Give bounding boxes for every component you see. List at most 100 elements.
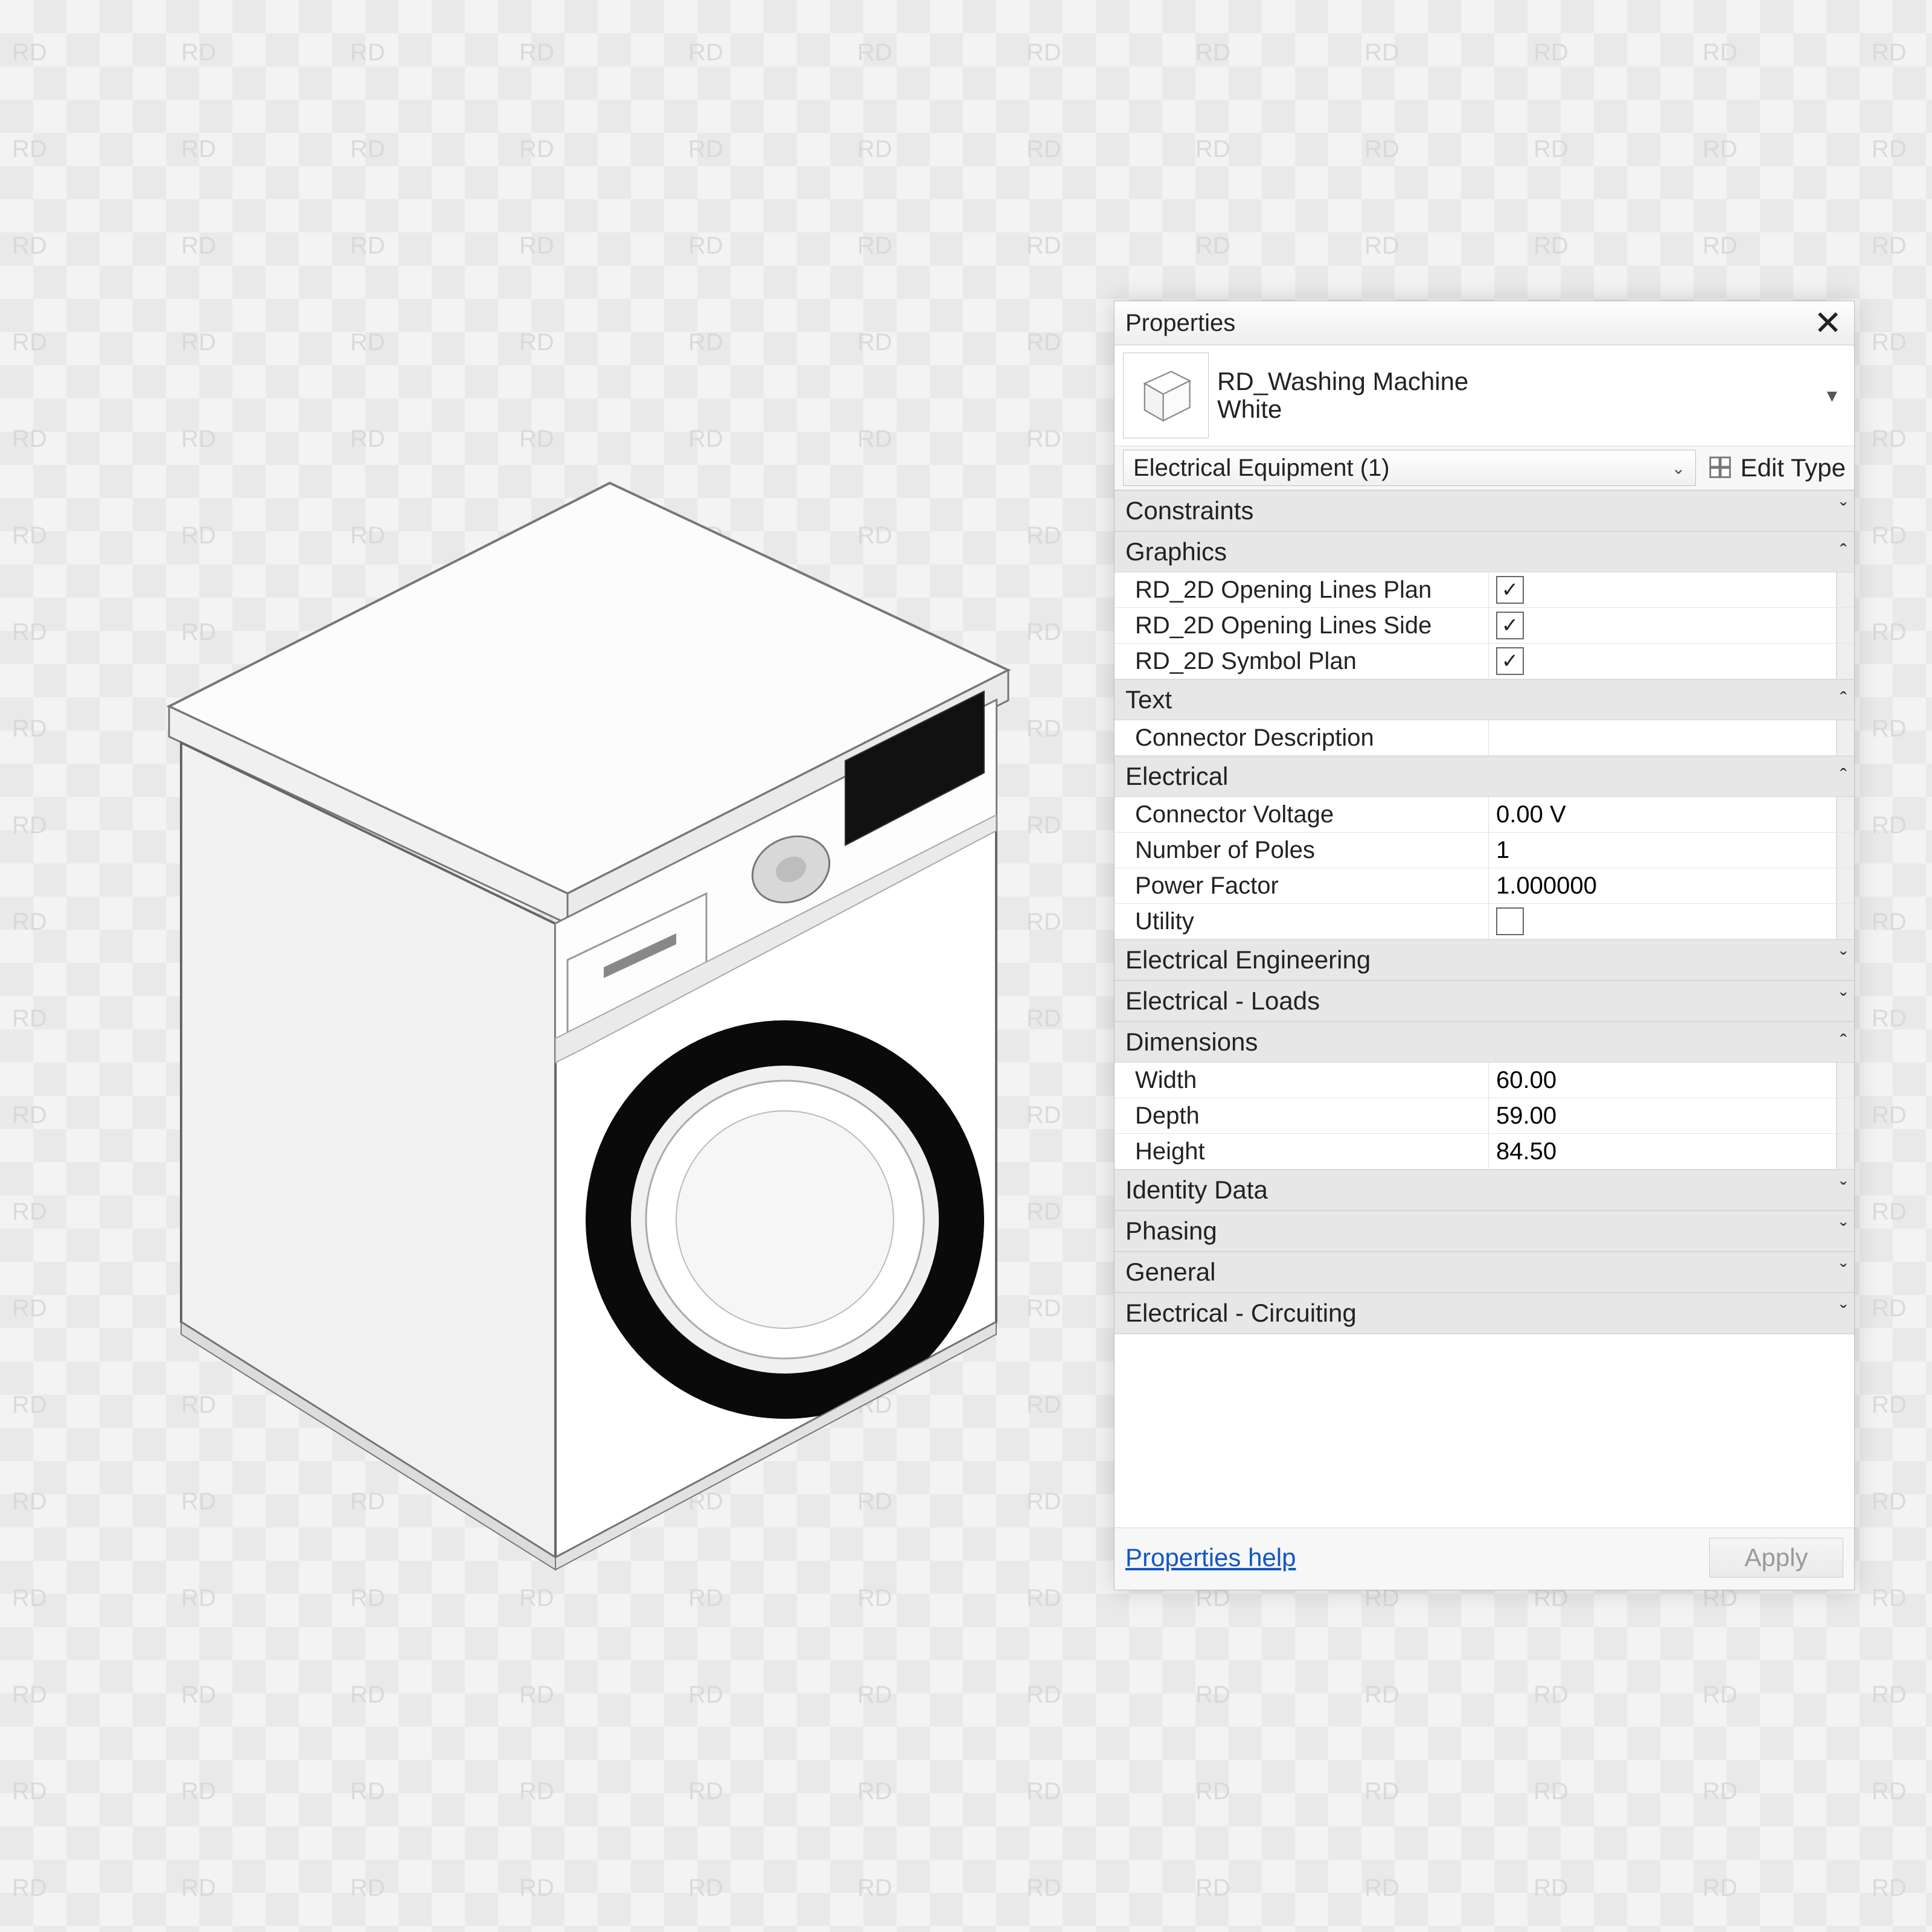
- chevron-expand-icon: ˇ: [1840, 1302, 1847, 1325]
- prop-row: Width: [1115, 1063, 1854, 1098]
- properties-help-link[interactable]: Properties help: [1125, 1543, 1296, 1572]
- group-label: Electrical - Circuiting: [1125, 1299, 1357, 1328]
- panel-footer: Properties help Apply: [1115, 1527, 1854, 1590]
- grip-icon: [1837, 833, 1854, 868]
- checkbox[interactable]: [1496, 907, 1524, 935]
- prop-row: RD_2D Opening Lines Plan ✓: [1115, 572, 1854, 608]
- prop-value-input[interactable]: [1495, 1066, 1830, 1095]
- prop-label: RD_2D Symbol Plan: [1115, 644, 1489, 679]
- panel-title: Properties: [1125, 310, 1235, 337]
- grip-icon: [1837, 868, 1854, 903]
- prop-label: RD_2D Opening Lines Side: [1115, 608, 1489, 643]
- chevron-expand-icon: ˇ: [1840, 990, 1847, 1013]
- type-name: White: [1217, 395, 1810, 423]
- prop-value-input[interactable]: [1495, 872, 1830, 900]
- prop-label: Connector Description: [1115, 720, 1489, 755]
- type-selector-header[interactable]: RD_Washing Machine White ▾: [1115, 345, 1854, 446]
- grip-icon: [1837, 1134, 1854, 1169]
- family-type-labels: RD_Washing Machine White: [1217, 368, 1810, 423]
- checkbox[interactable]: ✓: [1496, 576, 1524, 604]
- group-label: Phasing: [1125, 1217, 1217, 1246]
- prop-label: Utility: [1115, 904, 1489, 939]
- group-header-identity-data[interactable]: Identity Data ˇ: [1115, 1169, 1854, 1211]
- apply-button[interactable]: Apply: [1709, 1538, 1843, 1578]
- grip-icon: [1837, 608, 1854, 643]
- checkbox[interactable]: ✓: [1496, 647, 1524, 675]
- group-label: Electrical: [1125, 762, 1228, 791]
- chevron-collapse-icon: ˆ: [1840, 1031, 1847, 1054]
- group-header-general[interactable]: General ˇ: [1115, 1252, 1854, 1293]
- chevron-collapse-icon: ˆ: [1840, 688, 1847, 712]
- chevron-expand-icon: ˇ: [1840, 948, 1847, 972]
- properties-panel: Properties ✕ RD_Washing Machine White ▾ …: [1114, 301, 1855, 1590]
- prop-label: Number of Poles: [1115, 833, 1489, 868]
- chevron-collapse-icon: ˆ: [1840, 540, 1847, 564]
- group-header-electrical-loads[interactable]: Electrical - Loads ˇ: [1115, 980, 1854, 1022]
- chevron-expand-icon: ˇ: [1840, 1261, 1847, 1284]
- prop-row: Number of Poles: [1115, 833, 1854, 868]
- prop-label: Width: [1115, 1063, 1489, 1098]
- grip-icon: [1837, 572, 1854, 607]
- prop-value-input[interactable]: [1495, 801, 1830, 829]
- prop-label: Power Factor: [1115, 868, 1489, 903]
- properties-titlebar[interactable]: Properties ✕: [1115, 301, 1854, 345]
- group-header-dimensions[interactable]: Dimensions ˆ: [1115, 1022, 1854, 1063]
- prop-label: Connector Voltage: [1115, 797, 1489, 832]
- edit-type-icon: [1707, 454, 1735, 482]
- grip-icon: [1837, 644, 1854, 679]
- close-icon[interactable]: ✕: [1808, 306, 1848, 340]
- group-header-text[interactable]: Text ˆ: [1115, 679, 1854, 720]
- prop-label: Depth: [1115, 1098, 1489, 1133]
- group-label: Graphics: [1125, 537, 1227, 566]
- prop-value-input[interactable]: [1495, 1137, 1830, 1166]
- properties-grid: Constraints ˇ Graphics ˆ RD_2D Opening L…: [1115, 490, 1854, 1527]
- grip-icon: [1837, 720, 1854, 755]
- prop-row: RD_2D Opening Lines Side ✓: [1115, 608, 1854, 644]
- edit-type-label: Edit Type: [1741, 453, 1846, 482]
- prop-value-input[interactable]: [1495, 724, 1830, 752]
- group-label: General: [1125, 1258, 1215, 1287]
- category-selector[interactable]: Electrical Equipment (1) ⌄: [1123, 450, 1696, 486]
- chevron-expand-icon: ˇ: [1840, 1179, 1847, 1202]
- chevron-expand-icon: ˇ: [1840, 499, 1847, 523]
- group-label: Electrical Engineering: [1125, 945, 1371, 974]
- group-label: Constraints: [1125, 496, 1253, 525]
- prop-value-input[interactable]: [1495, 836, 1830, 865]
- prop-row: RD_2D Symbol Plan ✓: [1115, 644, 1854, 679]
- edit-type-button[interactable]: Edit Type: [1703, 450, 1849, 486]
- group-header-phasing[interactable]: Phasing ˇ: [1115, 1211, 1854, 1252]
- group-header-electrical-circuiting[interactable]: Electrical - Circuiting ˇ: [1115, 1293, 1854, 1334]
- grip-icon: [1837, 904, 1854, 939]
- prop-row: Utility: [1115, 904, 1854, 939]
- prop-value-input[interactable]: [1495, 1102, 1830, 1130]
- chevron-down-icon[interactable]: ▾: [1818, 379, 1846, 412]
- model-preview-washingmachine: [121, 459, 1038, 1576]
- group-header-electrical-engineering[interactable]: Electrical Engineering ˇ: [1115, 939, 1854, 980]
- grip-icon: [1837, 797, 1854, 832]
- grid-blank-area: [1115, 1334, 1854, 1527]
- prop-row: Depth: [1115, 1098, 1854, 1134]
- family-name: RD_Washing Machine: [1217, 368, 1810, 395]
- grip-icon: [1837, 1098, 1854, 1133]
- group-header-electrical[interactable]: Electrical ˆ: [1115, 756, 1854, 797]
- group-header-constraints[interactable]: Constraints ˇ: [1115, 490, 1854, 531]
- grip-icon: [1837, 1063, 1854, 1098]
- prop-row: Power Factor: [1115, 868, 1854, 904]
- group-header-graphics[interactable]: Graphics ˆ: [1115, 531, 1854, 572]
- group-label: Identity Data: [1125, 1176, 1268, 1204]
- prop-row: Connector Voltage: [1115, 797, 1854, 833]
- group-label: Electrical - Loads: [1125, 987, 1320, 1016]
- chevron-expand-icon: ˇ: [1840, 1220, 1847, 1243]
- family-thumbnail: [1123, 353, 1209, 438]
- checkbox[interactable]: ✓: [1496, 612, 1524, 639]
- group-label: Dimensions: [1125, 1028, 1258, 1057]
- chevron-down-icon: ⌄: [1671, 458, 1685, 478]
- prop-label: Height: [1115, 1134, 1489, 1169]
- category-selector-label: Electrical Equipment (1): [1133, 455, 1390, 482]
- prop-row: Height: [1115, 1134, 1854, 1169]
- chevron-collapse-icon: ˆ: [1840, 765, 1847, 788]
- prop-label: RD_2D Opening Lines Plan: [1115, 572, 1489, 607]
- apply-label: Apply: [1744, 1543, 1808, 1572]
- prop-row: Connector Description: [1115, 720, 1854, 756]
- group-label: Text: [1125, 685, 1172, 714]
